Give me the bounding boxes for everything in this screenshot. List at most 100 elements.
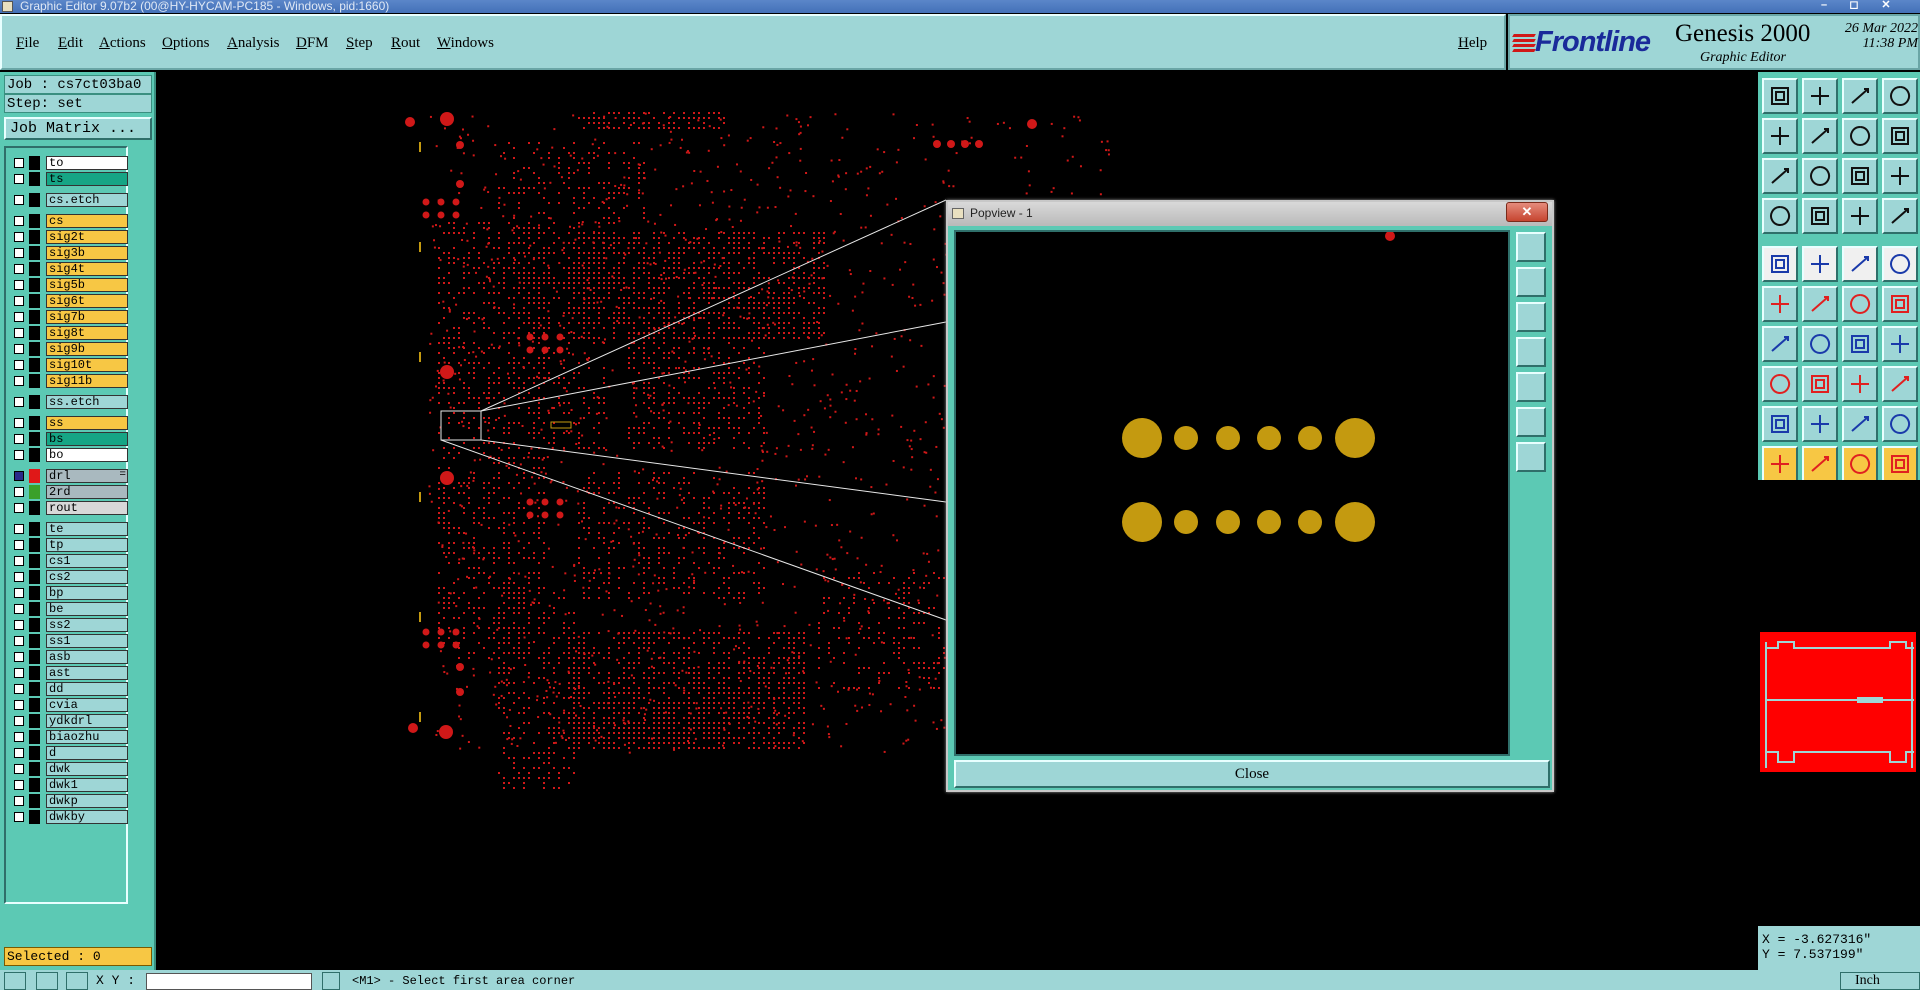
layer-row-be[interactable]: be bbox=[10, 602, 128, 616]
layer-name[interactable]: biaozhu bbox=[46, 730, 128, 744]
menu-dfm[interactable]: DFM bbox=[296, 35, 329, 52]
layer-checkbox[interactable] bbox=[14, 604, 24, 614]
layer-checkbox[interactable] bbox=[14, 748, 24, 758]
layer-name[interactable]: d bbox=[46, 746, 128, 760]
layer-color-swatch[interactable] bbox=[29, 586, 40, 600]
layer-color-swatch[interactable] bbox=[29, 682, 40, 696]
layer-color-swatch[interactable] bbox=[29, 554, 40, 568]
layer-checkbox[interactable] bbox=[14, 487, 24, 497]
layer-row-cs2[interactable]: cs2 bbox=[10, 570, 128, 584]
snap-icon[interactable] bbox=[4, 972, 26, 990]
layer-row-ss2[interactable]: ss2 bbox=[10, 618, 128, 632]
job-matrix-button[interactable]: Job Matrix ... bbox=[4, 117, 152, 140]
layer-checkbox[interactable] bbox=[14, 780, 24, 790]
layer-row-sig11b[interactable]: sig11b bbox=[10, 374, 128, 388]
layer-color-swatch[interactable] bbox=[29, 358, 40, 372]
layer-color-swatch[interactable] bbox=[29, 278, 40, 292]
layer-checkbox[interactable] bbox=[14, 812, 24, 822]
layer-checkbox[interactable] bbox=[14, 195, 24, 205]
copy-icon[interactable] bbox=[1762, 366, 1798, 402]
pan-left-icon[interactable] bbox=[1516, 337, 1546, 367]
select3-icon[interactable] bbox=[1842, 446, 1878, 482]
layer-name[interactable]: asb bbox=[46, 650, 128, 664]
popview-close-x-button[interactable]: ✕ bbox=[1506, 202, 1548, 222]
layer-row-bo[interactable]: bo bbox=[10, 448, 128, 462]
layer-row-ss1[interactable]: ss1 bbox=[10, 634, 128, 648]
layer-row-to[interactable]: to bbox=[10, 156, 128, 170]
expand-icon[interactable] bbox=[1516, 407, 1546, 437]
layer-checkbox[interactable] bbox=[14, 376, 24, 386]
layer-color-swatch[interactable] bbox=[29, 230, 40, 244]
menu-rout[interactable]: Rout bbox=[391, 35, 420, 52]
layer-checkbox[interactable] bbox=[14, 248, 24, 258]
layer-name[interactable]: ss1 bbox=[46, 634, 128, 648]
layer-row-ss[interactable]: ss bbox=[10, 416, 128, 430]
grid-icon[interactable] bbox=[66, 972, 88, 990]
layer-color-swatch[interactable] bbox=[29, 432, 40, 446]
layer-color-swatch[interactable] bbox=[29, 342, 40, 356]
layer-row-2rd[interactable]: 2rd bbox=[10, 485, 128, 499]
layer-name[interactable]: dwkp bbox=[46, 794, 128, 808]
menu-windows[interactable]: Windows bbox=[437, 35, 494, 52]
fit-vertical-icon[interactable] bbox=[1516, 442, 1546, 472]
zoom-in-icon[interactable] bbox=[1516, 267, 1546, 297]
layer-name[interactable]: sig10t bbox=[46, 358, 128, 372]
layer-checkbox[interactable] bbox=[14, 524, 24, 534]
layer-color-swatch[interactable] bbox=[29, 714, 40, 728]
layer-color-swatch[interactable] bbox=[29, 448, 40, 462]
layer-name[interactable]: bp bbox=[46, 586, 128, 600]
layer-color-swatch[interactable] bbox=[29, 778, 40, 792]
layer-checkbox[interactable] bbox=[14, 620, 24, 630]
layer-row-ss-etch[interactable]: ss.etch bbox=[10, 395, 128, 409]
layer-name[interactable]: rout bbox=[46, 501, 128, 515]
layer-checkbox[interactable] bbox=[14, 434, 24, 444]
layer-color-swatch[interactable] bbox=[29, 794, 40, 808]
layer-color-swatch[interactable] bbox=[29, 246, 40, 260]
layer-name[interactable]: ss.etch bbox=[46, 395, 128, 409]
layer-color-swatch[interactable] bbox=[29, 172, 40, 186]
layer-row-drl[interactable]: drl = bbox=[10, 469, 128, 483]
layer-row-dwkby[interactable]: dwkby bbox=[10, 810, 128, 824]
layer-color-swatch[interactable] bbox=[29, 485, 40, 499]
layer-name[interactable]: sig6t bbox=[46, 294, 128, 308]
layer-name[interactable]: sig11b bbox=[46, 374, 128, 388]
layer-row-sig6t[interactable]: sig6t bbox=[10, 294, 128, 308]
layer-name[interactable]: sig9b bbox=[46, 342, 128, 356]
layer-row-dwkp[interactable]: dwkp bbox=[10, 794, 128, 808]
measure-icon[interactable] bbox=[1762, 198, 1798, 234]
layer-row-dwk1[interactable]: dwk1 bbox=[10, 778, 128, 792]
layer-checkbox[interactable] bbox=[14, 296, 24, 306]
mirror-icon[interactable] bbox=[1882, 326, 1918, 362]
layer-color-swatch[interactable] bbox=[29, 374, 40, 388]
layer-color-swatch[interactable] bbox=[29, 294, 40, 308]
layer-row-tp[interactable]: tp bbox=[10, 538, 128, 552]
layer-checkbox[interactable] bbox=[14, 418, 24, 428]
layer-row-cs1[interactable]: cs1 bbox=[10, 554, 128, 568]
line-icon[interactable] bbox=[1802, 246, 1838, 282]
connect-icon[interactable] bbox=[1762, 286, 1798, 322]
snap2-icon[interactable] bbox=[1882, 198, 1918, 234]
layer-row-ast[interactable]: ast bbox=[10, 666, 128, 680]
layer-color-swatch[interactable] bbox=[29, 326, 40, 340]
layer-color-swatch[interactable] bbox=[29, 469, 40, 483]
array-icon[interactable] bbox=[1842, 366, 1878, 402]
layer-color-swatch[interactable] bbox=[29, 395, 40, 409]
home-icon[interactable] bbox=[1842, 78, 1878, 114]
layer-checkbox[interactable] bbox=[14, 796, 24, 806]
layer-name[interactable]: ydkdrl bbox=[46, 714, 128, 728]
layer-row-bs[interactable]: bs bbox=[10, 432, 128, 446]
layer-name[interactable]: dd bbox=[46, 682, 128, 696]
grid-icon[interactable] bbox=[1802, 198, 1838, 234]
arc2-icon[interactable] bbox=[1882, 286, 1918, 322]
layer-row-rout[interactable]: rout bbox=[10, 501, 128, 515]
layer-name[interactable]: sig7b bbox=[46, 310, 128, 324]
layer-color-swatch[interactable] bbox=[29, 602, 40, 616]
window-title-bar[interactable]: Graphic Editor 9.07b2 (00@HY-HYCAM-PC185… bbox=[0, 0, 1920, 13]
layer-color-swatch[interactable] bbox=[29, 762, 40, 776]
triangle-icon[interactable] bbox=[1762, 406, 1798, 442]
layer-row-sig3b[interactable]: sig3b bbox=[10, 246, 128, 260]
layer-checkbox[interactable] bbox=[14, 572, 24, 582]
triangle4-icon[interactable] bbox=[1882, 406, 1918, 442]
layer-checkbox[interactable] bbox=[14, 652, 24, 662]
layer-color-swatch[interactable] bbox=[29, 416, 40, 430]
